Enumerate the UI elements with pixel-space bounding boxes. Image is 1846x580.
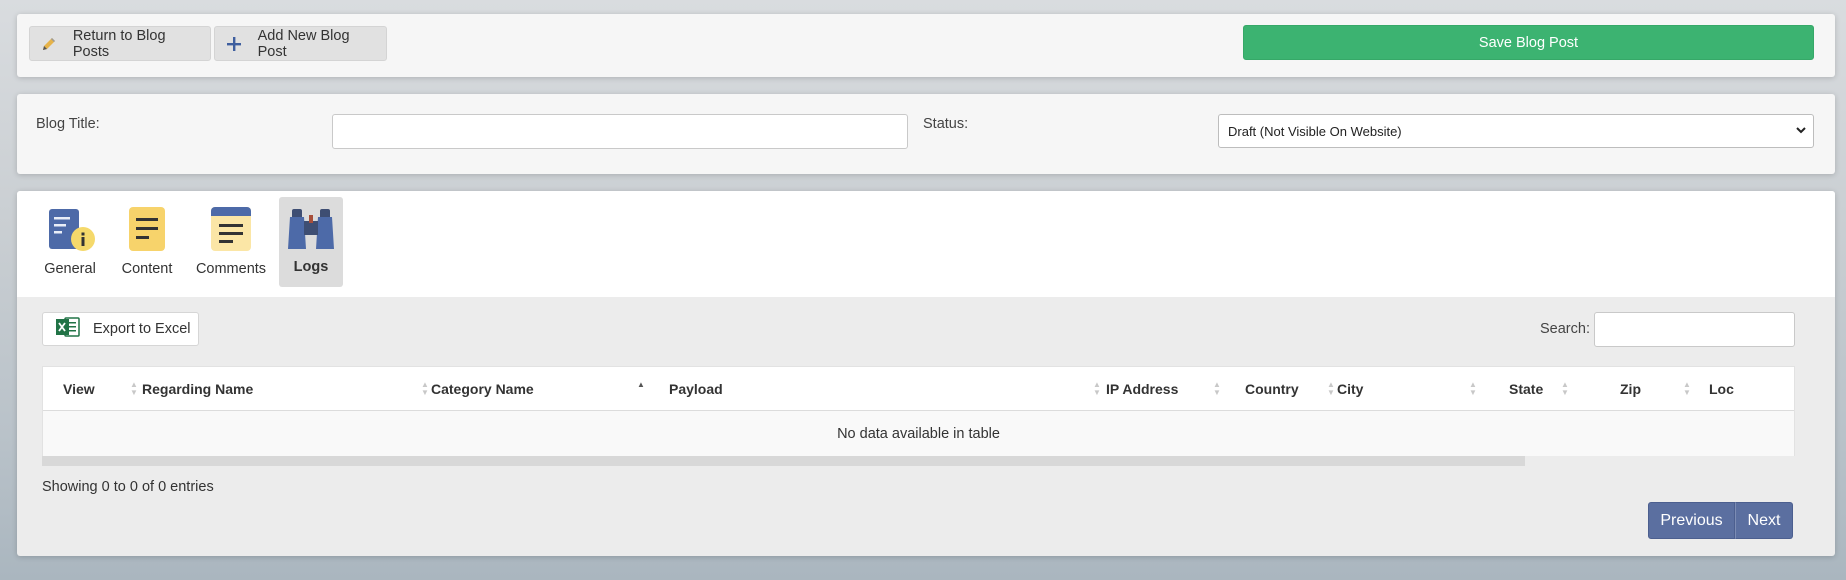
column-header-label: City xyxy=(1337,381,1364,397)
logs-table: View ▲ ▼ Regarding Name ▲ ▼ Category Name … xyxy=(42,366,1795,456)
tab-bar: General Content Comments Logs xyxy=(17,191,1835,297)
sort-icon: ▲ ▼ xyxy=(421,380,429,397)
column-header-label: Zip xyxy=(1620,381,1641,397)
column-header-label: View xyxy=(63,381,95,397)
column-header-category-name[interactable]: Category Name ▲▼ xyxy=(431,367,669,411)
column-header-label: State xyxy=(1509,381,1544,397)
sort-icon: ▲ ▼ xyxy=(1213,380,1221,397)
save-blog-post-button[interactable]: Save Blog Post xyxy=(1243,25,1814,60)
sort-icon: ▲ ▼ xyxy=(1469,380,1477,397)
column-header-label: Category Name xyxy=(431,381,534,397)
tab-logs[interactable]: Logs xyxy=(279,197,343,287)
tab-comments-label: Comments xyxy=(195,261,267,277)
column-header-view[interactable]: View ▲ ▼ xyxy=(63,367,141,411)
add-button-label: Add New Blog Post xyxy=(257,27,350,60)
column-header-label: Loc xyxy=(1709,381,1734,397)
column-header-state[interactable]: State ▲ ▼ xyxy=(1509,367,1579,411)
column-header-label: Country xyxy=(1245,381,1299,397)
blog-title-label: Blog Title: xyxy=(36,116,100,132)
column-header-label: Payload xyxy=(669,381,723,397)
document-info-icon xyxy=(45,207,95,257)
empty-table-message: No data available in table xyxy=(43,411,1794,456)
blog-detail-panel: General Content Comments Logs Export to … xyxy=(17,191,1835,556)
column-header-country[interactable]: Country ▲ ▼ xyxy=(1245,367,1338,411)
pencil-icon xyxy=(40,34,59,54)
sort-icon: ▲ ▼ xyxy=(130,380,138,397)
column-header-label: Regarding Name xyxy=(142,381,254,397)
search-input[interactable] xyxy=(1594,312,1795,347)
previous-page-button[interactable]: Previous xyxy=(1648,502,1735,539)
status-selected-value: Draft (Not Visible On Website) xyxy=(1228,123,1402,139)
search-label: Search: xyxy=(1540,321,1590,337)
column-header-loc[interactable]: Loc xyxy=(1709,367,1769,411)
plus-icon xyxy=(225,34,244,54)
status-label: Status: xyxy=(923,116,969,132)
return-to-blog-posts-button[interactable]: Return to Blog Posts xyxy=(29,26,211,61)
tab-logs-label: Logs xyxy=(293,259,329,275)
sort-ascending-icon: ▲▼ xyxy=(637,380,645,389)
sort-icon: ▲ ▼ xyxy=(1683,380,1691,397)
chevron-down-icon xyxy=(1795,123,1807,140)
sort-icon: ▲ ▼ xyxy=(1561,380,1569,397)
tab-content[interactable]: Content xyxy=(119,197,175,287)
column-header-regarding-name[interactable]: Regarding Name ▲ ▼ xyxy=(142,367,432,411)
notepad-icon xyxy=(127,205,167,257)
return-button-label: Return to Blog Posts xyxy=(72,27,166,60)
tab-content-label: Content xyxy=(121,261,173,277)
export-to-excel-button[interactable]: Export to Excel xyxy=(42,312,199,346)
column-header-ip-address[interactable]: IP Address ▲ ▼ xyxy=(1106,367,1224,411)
comments-icon xyxy=(209,205,253,257)
table-info: Showing 0 to 0 of 0 entries xyxy=(42,479,214,495)
export-button-label: Export to Excel xyxy=(93,321,191,337)
sort-icon: ▲ ▼ xyxy=(1327,380,1335,397)
column-header-payload[interactable]: Payload ▲ ▼ xyxy=(669,367,1109,411)
status-select[interactable]: Draft (Not Visible On Website) xyxy=(1218,114,1814,148)
pagination: Previous Next xyxy=(1648,502,1793,539)
sort-icon: ▲ ▼ xyxy=(1093,380,1101,397)
blog-title-input[interactable] xyxy=(332,114,908,149)
toolbar: Return to Blog Posts Add New Blog Post S… xyxy=(17,14,1835,77)
excel-icon xyxy=(55,316,81,342)
tab-general[interactable]: General xyxy=(42,197,98,287)
column-header-zip[interactable]: Zip ▲ ▼ xyxy=(1620,367,1696,411)
blog-fields-panel: Blog Title: Status: Draft (Not Visible O… xyxy=(17,94,1835,174)
table-header: View ▲ ▼ Regarding Name ▲ ▼ Category Name … xyxy=(43,367,1794,411)
binoculars-icon xyxy=(286,207,336,255)
column-header-city[interactable]: City ▲ ▼ xyxy=(1337,367,1480,411)
tab-general-label: General xyxy=(44,261,96,277)
column-header-label: IP Address xyxy=(1106,381,1179,397)
horizontal-scrollbar[interactable] xyxy=(42,456,1525,466)
next-page-button[interactable]: Next xyxy=(1735,502,1793,539)
add-new-blog-post-button[interactable]: Add New Blog Post xyxy=(214,26,387,61)
tab-comments[interactable]: Comments xyxy=(194,197,268,287)
